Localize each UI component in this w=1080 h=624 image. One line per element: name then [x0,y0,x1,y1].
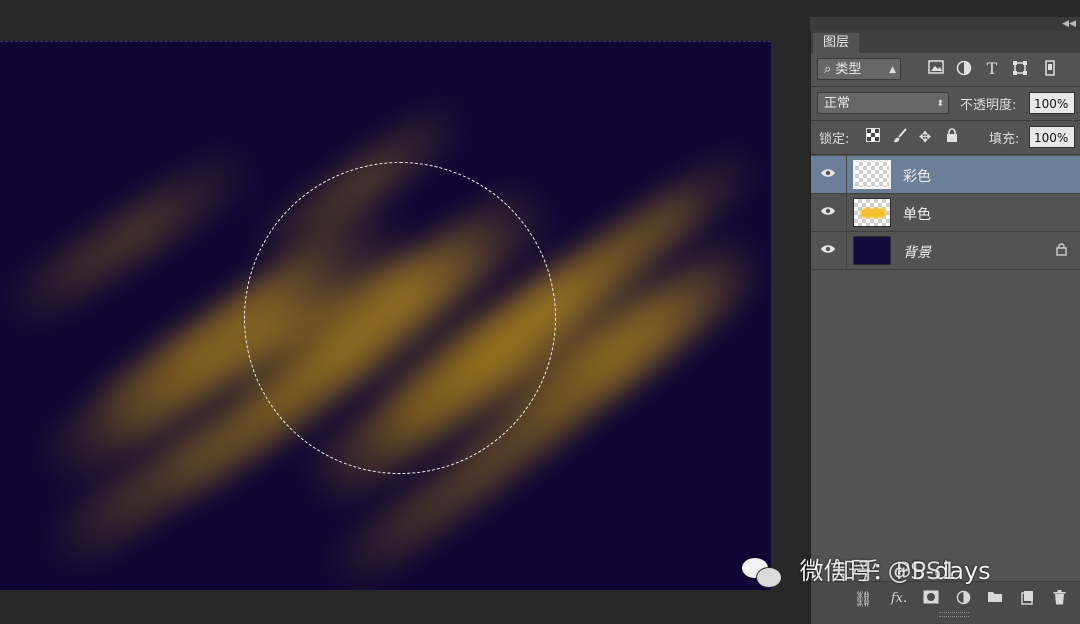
wechat-logo-icon [740,554,784,590]
divider [811,154,1080,155]
panel-tabbar: 图层 [811,31,1080,53]
lock-transparent-icon[interactable] [864,128,882,146]
divider [811,120,1080,121]
elliptical-selection-marquee[interactable] [244,162,556,474]
lock-position-icon[interactable]: ✥ [916,128,934,146]
layer-filter-value: 类型 [835,62,862,77]
add-mask-icon[interactable] [921,590,941,608]
smart-object-filter-icon[interactable] [1041,60,1059,78]
layer-thumbnail[interactable] [853,236,891,265]
double-chevron-left-icon[interactable]: ◀◀ [1062,17,1076,31]
search-icon: ⌕ [824,62,832,77]
layer-thumbnail[interactable] [853,198,891,227]
new-layer-icon[interactable] [1017,590,1037,608]
new-adjustment-icon[interactable] [953,590,973,608]
fx-icon[interactable]: fx. [889,590,909,608]
fill-input[interactable]: 100% [1029,126,1075,148]
fill-label: 填充: [989,132,1020,147]
lock-all-icon[interactable] [943,128,961,146]
lock-icon [1056,243,1067,259]
layer-thumbnail[interactable] [853,160,891,189]
layer-name[interactable]: 背景 [903,242,931,262]
eye-icon[interactable] [819,203,837,221]
options-strip [0,0,808,40]
layer-name[interactable]: 彩色 [903,166,931,186]
dropdown-arrow-icon: ▲ [889,65,896,75]
shape-filter-icon[interactable] [1011,60,1029,78]
adjustment-filter-icon[interactable] [955,60,973,78]
blend-mode-value: 正常 [824,96,851,111]
watermark-overlay-text: 知乎 @PS1 [832,557,957,585]
divider [811,86,1080,87]
layer-row-background[interactable]: 背景 [811,232,1080,270]
link-layers-icon[interactable]: ⛓ [853,590,873,608]
layers-panel: 图层 ⌕ 类型 ▲ T 正常 ⬍ 不透明度: 100% 锁定: ✥ 填充: 10… [810,31,1080,624]
document-canvas[interactable] [0,41,771,590]
panel-collapse-bar: ◀◀ [810,17,1080,31]
thumbnail-content [860,208,886,218]
dropdown-arrow-icon: ⬍ [936,99,944,109]
lock-image-icon[interactable] [891,128,909,146]
layer-filter-dropdown[interactable]: ⌕ 类型 ▲ [817,58,901,80]
eye-icon[interactable] [819,165,837,183]
new-group-icon[interactable] [985,590,1005,608]
layer-name[interactable]: 单色 [903,204,931,224]
panel-resize-grip[interactable] [939,612,969,617]
type-filter-icon[interactable]: T [983,60,1001,78]
image-filter-icon[interactable] [927,60,945,78]
opacity-label: 不透明度: [960,98,1017,113]
layer-row-color[interactable]: 彩色 [811,156,1080,194]
workspace [0,0,808,623]
delete-icon[interactable] [1049,590,1069,608]
eye-icon[interactable] [819,241,837,259]
tab-layers[interactable]: 图层 [813,33,860,53]
blend-mode-dropdown[interactable]: 正常 ⬍ [817,92,949,114]
watermark: 微信号：PS-days 知乎 @PS1 [740,553,991,589]
lock-label: 锁定: [819,132,850,147]
layer-row-mono[interactable]: 单色 [811,194,1080,232]
opacity-input[interactable]: 100% [1029,92,1075,114]
